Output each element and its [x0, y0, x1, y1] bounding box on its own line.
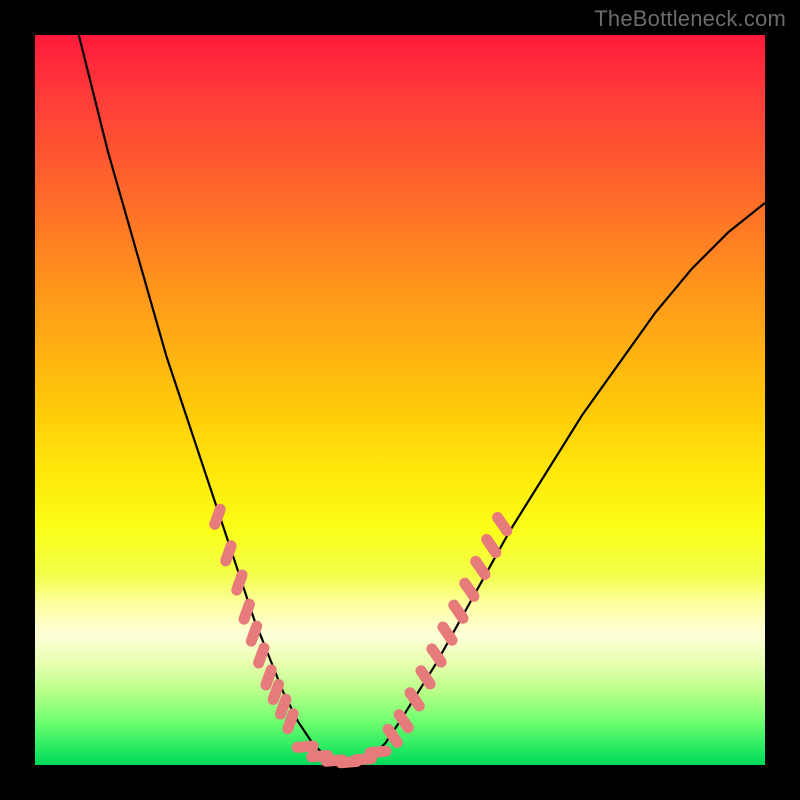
curve-marker	[226, 546, 232, 561]
curve-marker	[356, 759, 372, 760]
curve-marker	[281, 699, 286, 714]
curve-marker	[288, 714, 293, 729]
curve-marker	[432, 649, 441, 662]
curve-marker	[266, 670, 271, 685]
curve-marker	[388, 729, 397, 742]
curve-marker	[370, 751, 386, 752]
curve-marker	[215, 509, 220, 524]
curve-markers-group	[215, 509, 507, 763]
chart-svg	[35, 35, 765, 765]
curve-marker	[476, 561, 485, 574]
curve-marker	[498, 518, 507, 531]
curve-marker	[443, 627, 452, 640]
curve-marker	[251, 626, 256, 641]
curve-marker	[454, 605, 463, 618]
curve-marker	[465, 583, 474, 596]
bottleneck-curve-path	[79, 35, 765, 765]
curve-marker	[237, 575, 242, 590]
chart-plot-area	[35, 35, 765, 765]
watermark-text: TheBottleneck.com	[594, 6, 786, 32]
curve-marker	[487, 539, 496, 552]
curve-marker	[399, 715, 408, 728]
curve-marker	[273, 685, 278, 700]
curve-marker	[297, 746, 313, 747]
curve-marker	[244, 604, 249, 619]
curve-marker	[421, 671, 430, 684]
curve-marker	[410, 693, 419, 706]
curve-marker	[259, 648, 264, 663]
